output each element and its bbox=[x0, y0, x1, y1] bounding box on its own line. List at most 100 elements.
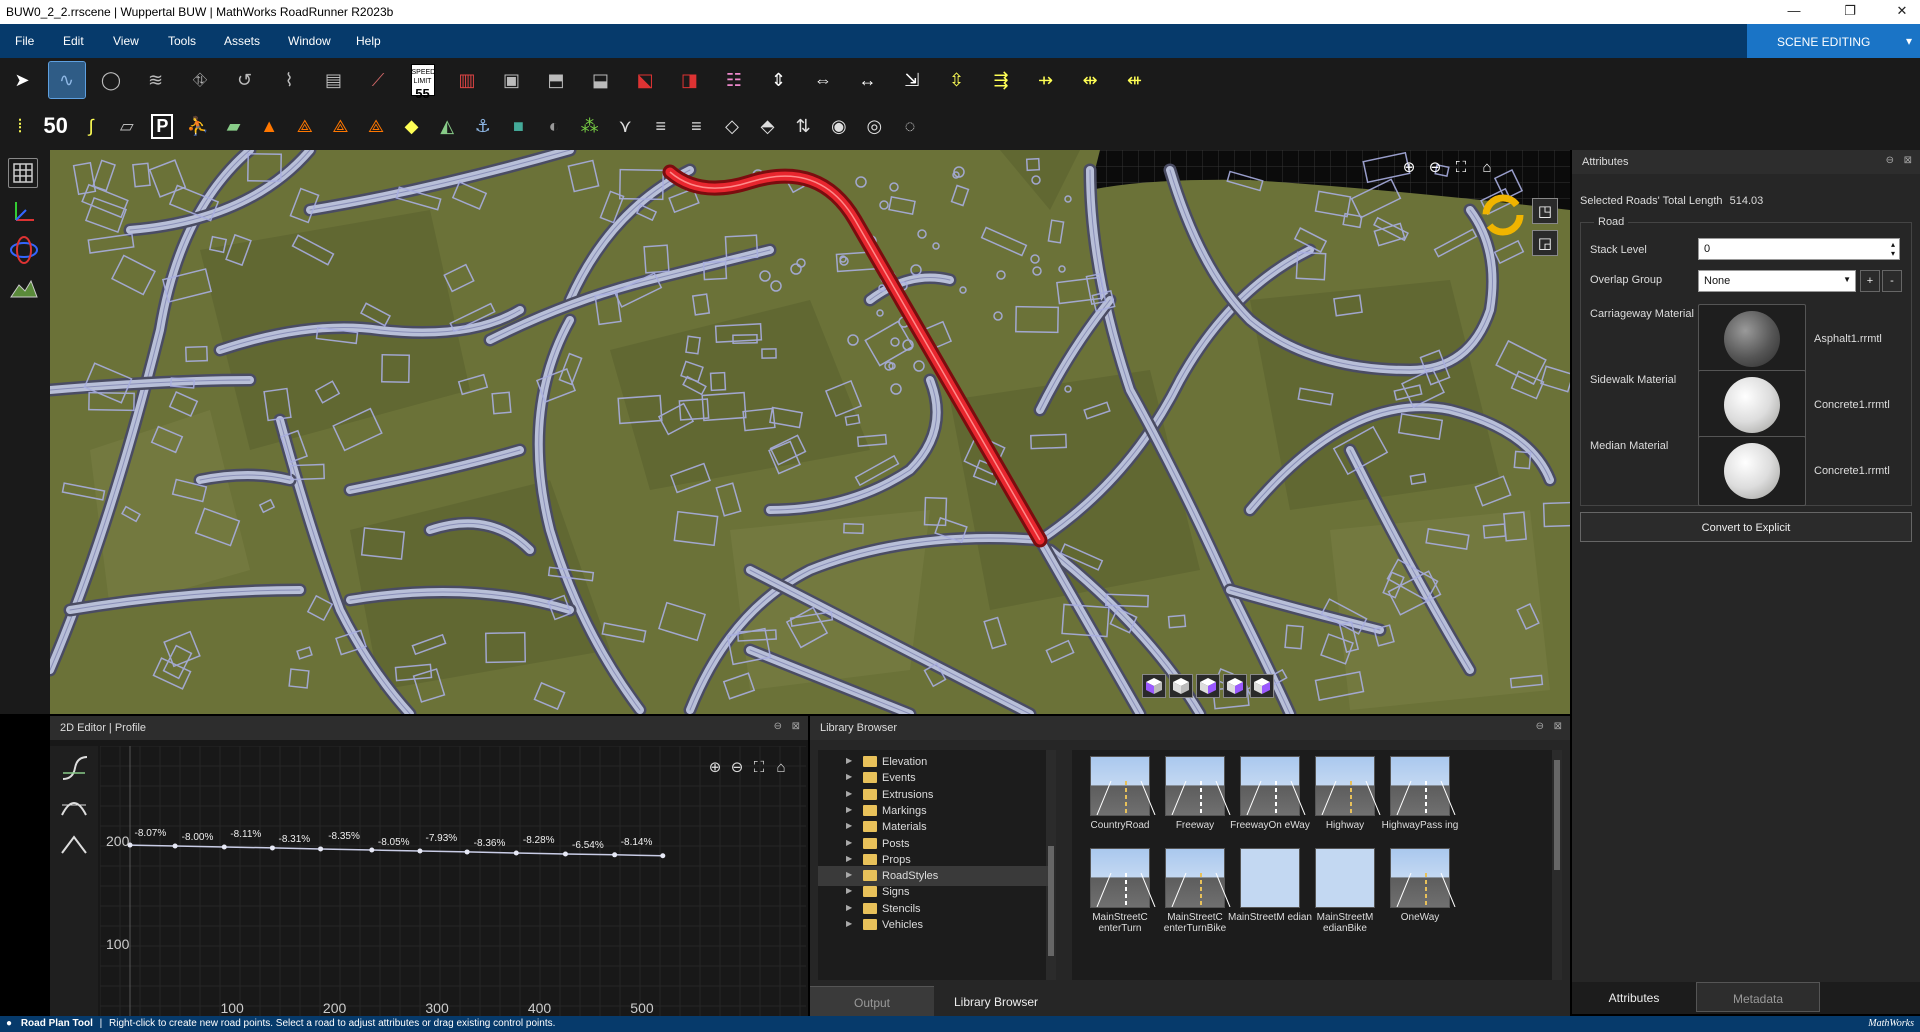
expand-arrow-icon[interactable]: ▶ bbox=[846, 854, 852, 863]
profile-control-point[interactable] bbox=[513, 850, 519, 856]
restore-button[interactable]: ❐ bbox=[1836, 3, 1864, 19]
stack-level-input[interactable]: 0 ▴ ▾ bbox=[1698, 238, 1900, 260]
vertical-curve-tool-icon[interactable] bbox=[56, 788, 92, 824]
vector-data-icon[interactable]: ⋎ bbox=[609, 108, 641, 144]
lane-width-tool-icon[interactable]: ⇕ bbox=[761, 62, 797, 98]
junction-tool-icon[interactable]: ◯ bbox=[93, 62, 129, 98]
profile-control-point[interactable] bbox=[369, 847, 375, 853]
profile-control-point[interactable] bbox=[269, 845, 275, 851]
tab-attributes[interactable]: Attributes bbox=[1572, 982, 1696, 1012]
layer-apply-icon[interactable]: ◇ bbox=[716, 108, 748, 144]
scene-viewport[interactable]: ⊕ ⊖ ⛶ ⌂ ◳ ◲ bbox=[50, 150, 1570, 714]
road-style-item[interactable]: HighwayPass ing bbox=[1376, 756, 1464, 831]
corner-tool-icon[interactable]: ⬕ bbox=[627, 62, 663, 98]
close-button[interactable]: ✕ bbox=[1888, 3, 1916, 19]
lane-spread-tool-icon[interactable]: ⇸ bbox=[1028, 62, 1064, 98]
select-tool-icon[interactable]: ➤ bbox=[4, 62, 40, 98]
lane-tool-icon[interactable]: ⛗ bbox=[182, 62, 218, 98]
profile-curve-tool-icon[interactable] bbox=[56, 750, 92, 786]
menu-file[interactable]: File bbox=[15, 34, 34, 48]
profile-control-point[interactable] bbox=[172, 843, 178, 849]
zoom-in-icon[interactable]: ⊕ bbox=[1396, 154, 1422, 180]
expand-arrow-icon[interactable]: ▶ bbox=[846, 805, 852, 814]
layer-project-icon[interactable]: ⬘ bbox=[752, 108, 784, 144]
expand-arrow-icon[interactable]: ▶ bbox=[846, 870, 852, 879]
view-cube-icon[interactable] bbox=[1196, 674, 1220, 698]
expand-arrow-icon[interactable]: ▶ bbox=[846, 886, 852, 895]
profile-control-point[interactable] bbox=[660, 853, 666, 859]
spinner-icon[interactable]: ▴ ▾ bbox=[1891, 240, 1895, 258]
orbit-navigator-icon[interactable] bbox=[1480, 192, 1526, 238]
expand-arrow-icon[interactable]: ▶ bbox=[846, 821, 852, 830]
road[interactable] bbox=[346, 446, 524, 494]
expand-arrow-icon[interactable]: ▶ bbox=[846, 903, 852, 912]
remove-overlap-group-button[interactable]: - bbox=[1882, 270, 1902, 292]
profile-control-point[interactable] bbox=[417, 848, 423, 854]
lane-marking-icon[interactable]: ⦙ bbox=[4, 108, 36, 144]
cross-section-tool-icon[interactable]: ⇳ bbox=[939, 62, 975, 98]
view-cube-icon[interactable] bbox=[1250, 674, 1274, 698]
menu-help[interactable]: Help bbox=[356, 34, 381, 48]
maneuver-tool-icon[interactable]: ⬒ bbox=[538, 62, 574, 98]
panel-close-icon[interactable]: ⊠ bbox=[1554, 721, 1562, 732]
surface-tool-icon[interactable]: ▤ bbox=[316, 62, 352, 98]
profile-control-point[interactable] bbox=[562, 851, 568, 857]
add-overlap-group-button[interactable]: + bbox=[1860, 270, 1880, 292]
panel-close-icon[interactable]: ⊠ bbox=[1904, 155, 1912, 166]
ortho-view-icon[interactable]: ◲ bbox=[1532, 230, 1558, 256]
visibility-icon[interactable]: ◎ bbox=[858, 108, 890, 144]
menu-assets[interactable]: Assets bbox=[224, 34, 260, 48]
scene-editing-dropdown[interactable]: SCENE EDITING ▾ bbox=[1747, 24, 1920, 58]
tab-metadata[interactable]: Metadata bbox=[1696, 982, 1820, 1012]
scenario-icon[interactable]: ◌ bbox=[894, 108, 926, 144]
cone-line-icon[interactable]: ⟁ bbox=[289, 108, 321, 144]
lane-carve-tool-icon[interactable]: ↺ bbox=[227, 62, 263, 98]
profile-control-point[interactable] bbox=[221, 844, 227, 850]
tree-scroll-thumb[interactable] bbox=[1048, 846, 1054, 956]
measure-icon[interactable]: ⇅ bbox=[787, 108, 819, 144]
road-style-tool-icon[interactable]: ⟋ bbox=[360, 62, 396, 98]
cone-icon[interactable]: ▲ bbox=[253, 108, 285, 144]
prop-curve-icon[interactable]: ▰ bbox=[218, 108, 250, 144]
lane-form-tool-icon[interactable]: ↔ bbox=[850, 62, 886, 98]
perspective-view-icon[interactable]: ◳ bbox=[1532, 198, 1558, 224]
pedestrian-icon[interactable]: ⛹ bbox=[182, 108, 214, 144]
elevation-map-icon[interactable]: ◐ bbox=[538, 108, 570, 144]
lane-add-tool-icon[interactable]: ⇔ bbox=[805, 62, 841, 98]
parking-icon[interactable]: P bbox=[146, 108, 178, 144]
point-cloud-icon[interactable]: ⁂ bbox=[574, 108, 606, 144]
sidewalk-material-thumb[interactable] bbox=[1698, 370, 1806, 440]
view-cube-icon[interactable] bbox=[1142, 674, 1166, 698]
aerial-imagery-icon[interactable]: ■ bbox=[502, 108, 534, 144]
lane-marking-tool-icon[interactable]: ▣ bbox=[494, 62, 530, 98]
menu-tools[interactable]: Tools bbox=[168, 34, 196, 48]
speed-limit-tool-icon[interactable]: SPEED LIMIT 55 bbox=[405, 62, 441, 101]
panel-pin-icon[interactable]: ⊖ bbox=[1886, 155, 1894, 166]
menu-view[interactable]: View bbox=[113, 34, 139, 48]
expand-arrow-icon[interactable]: ▶ bbox=[846, 756, 852, 765]
terrain-tool-icon[interactable] bbox=[6, 270, 42, 306]
carriageway-material-thumb[interactable] bbox=[1698, 304, 1806, 374]
rotate-gizmo-icon[interactable] bbox=[6, 232, 42, 268]
profile-control-point[interactable] bbox=[612, 852, 618, 858]
anchor-icon[interactable]: ⚓ bbox=[467, 108, 499, 144]
crosswalk-tool-icon[interactable]: ⌇ bbox=[271, 62, 307, 98]
menu-edit[interactable]: Edit bbox=[63, 34, 84, 48]
lane-merge-tool-icon[interactable]: ⇹ bbox=[1072, 62, 1108, 98]
stripes-icon[interactable]: ▱ bbox=[111, 108, 143, 144]
prop-set-icon[interactable]: ◭ bbox=[431, 108, 463, 144]
tab-library-browser[interactable]: Library Browser bbox=[934, 986, 1058, 1016]
axis-gizmo-icon[interactable] bbox=[6, 194, 42, 230]
tab-output[interactable]: Output bbox=[810, 986, 934, 1016]
panel-pin-icon[interactable]: ⊖ bbox=[774, 721, 782, 732]
road-plan-tool-icon[interactable]: ∿ bbox=[47, 61, 86, 99]
layer-tool-icon[interactable]: ≡ bbox=[645, 108, 677, 144]
camera-icon[interactable]: ◉ bbox=[823, 108, 855, 144]
lane-split-tool-icon[interactable]: ⇶ bbox=[983, 62, 1019, 98]
view-cube-icon[interactable] bbox=[1223, 674, 1247, 698]
minimize-button[interactable]: — bbox=[1780, 3, 1808, 18]
road-construction-tool-icon[interactable]: ≋ bbox=[138, 62, 174, 98]
view-cube-icon[interactable] bbox=[1169, 674, 1193, 698]
expand-arrow-icon[interactable]: ▶ bbox=[846, 919, 852, 928]
expand-arrow-icon[interactable]: ▶ bbox=[846, 789, 852, 798]
